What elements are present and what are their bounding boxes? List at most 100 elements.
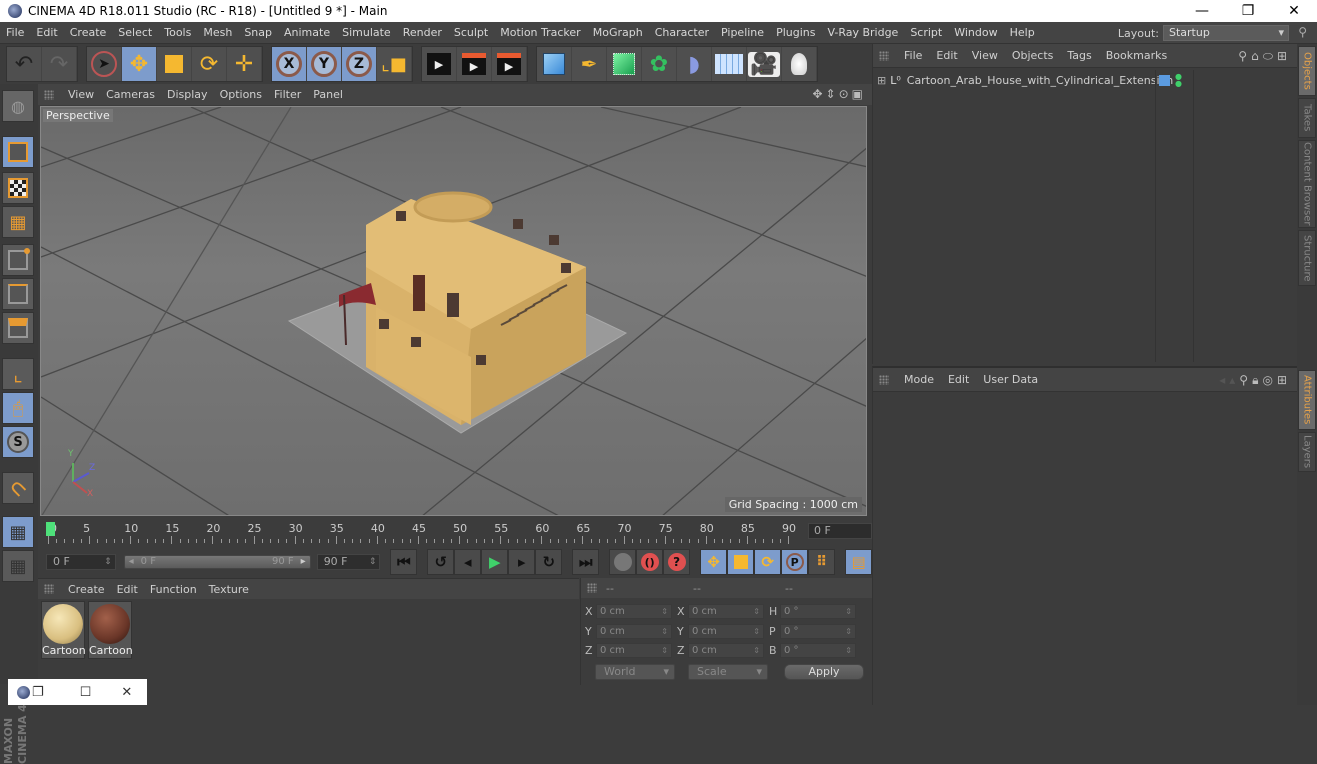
attributes-menu-user-data[interactable]: User Data — [976, 373, 1045, 386]
objects-menu-bookmarks[interactable]: Bookmarks — [1099, 49, 1174, 62]
key-parameter-button[interactable]: P — [781, 549, 809, 575]
material-menu-edit[interactable]: Edit — [111, 583, 144, 596]
coordinate-space-dropdown[interactable]: World — [595, 664, 675, 680]
coordinate-mode-dropdown[interactable]: Scale — [688, 664, 768, 680]
up-arrow-icon[interactable]: ▴ — [1229, 373, 1239, 387]
end-frame-field[interactable]: 90 F — [316, 554, 381, 570]
tab-takes[interactable]: Takes — [1298, 98, 1316, 138]
menu-simulate[interactable]: Simulate — [336, 26, 397, 39]
panel-grip-icon[interactable] — [44, 89, 54, 100]
viewport-menu-options[interactable]: Options — [214, 88, 268, 101]
axis-mode-button[interactable]: ⌞ — [2, 358, 34, 390]
magnet-button[interactable]: ∪ — [2, 472, 34, 504]
add-floor-button[interactable] — [712, 47, 747, 81]
key-rotation-button[interactable]: ⟳ — [754, 549, 782, 575]
z-axis-lock-button[interactable]: Z — [342, 47, 377, 81]
tab-attributes[interactable]: Attributes — [1298, 370, 1316, 430]
record-active-objects-button[interactable] — [609, 549, 637, 575]
add-subdivision-button[interactable] — [607, 47, 642, 81]
menu-file[interactable]: File — [0, 26, 30, 39]
attributes-menu-edit[interactable]: Edit — [941, 373, 976, 386]
menu-tools[interactable]: Tools — [158, 26, 197, 39]
material-swatch[interactable]: Cartoon — [41, 601, 86, 659]
minimize-button[interactable]: — — [1179, 0, 1225, 22]
size-x-field[interactable]: 0 cm — [688, 604, 764, 619]
viewport-menu-display[interactable]: Display — [161, 88, 214, 101]
object-name[interactable]: Cartoon_Arab_House_with_Cylindrical_Exte… — [907, 74, 1173, 87]
redo-button[interactable]: ↷ — [42, 47, 77, 81]
render-picture-viewer-button[interactable]: ▶ — [457, 47, 492, 81]
expand-icon[interactable]: ⊞ — [877, 74, 886, 87]
recent-tool-button[interactable]: ✛ — [227, 47, 262, 81]
viewport-menu-cameras[interactable]: Cameras — [100, 88, 161, 101]
position-y-field[interactable]: 0 cm — [596, 624, 672, 639]
size-y-field[interactable]: 0 cm — [688, 624, 764, 639]
play-button[interactable]: ▶ — [481, 549, 509, 575]
add-cloner-button[interactable]: ✿ — [642, 47, 677, 81]
visibility-dots-icon[interactable]: ● ● — [1175, 73, 1182, 88]
timeline-ruler[interactable]: 051015202530354045505560657075808590 0 F — [38, 518, 872, 548]
tab-objects[interactable]: Objects — [1298, 46, 1316, 96]
objects-menu-view[interactable]: View — [965, 49, 1005, 62]
menu-window[interactable]: Window — [948, 26, 1003, 39]
make-editable-button[interactable]: ◍ — [2, 90, 34, 122]
menu-create[interactable]: Create — [64, 26, 113, 39]
rotate-tool-button[interactable]: ⟳ — [192, 47, 227, 81]
new-window-icon[interactable]: ⊞ — [1277, 373, 1291, 387]
menu-mograph[interactable]: MoGraph — [587, 26, 649, 39]
menu-pipeline[interactable]: Pipeline — [715, 26, 770, 39]
workplane-mode-button[interactable]: ▦ — [2, 206, 34, 238]
tab-content-browser[interactable]: Content Browser — [1298, 140, 1316, 228]
search-icon[interactable]: ⚲ — [1298, 25, 1307, 39]
menu-select[interactable]: Select — [112, 26, 158, 39]
start-frame-field[interactable]: 0 F — [46, 554, 116, 570]
apply-button[interactable]: Apply — [784, 664, 864, 680]
menu-snap[interactable]: Snap — [238, 26, 278, 39]
lock-icon[interactable]: 🔒︎ — [1252, 373, 1262, 387]
snap-button[interactable]: S — [2, 426, 34, 458]
coordinate-system-button[interactable]: ⌞■ — [377, 47, 412, 81]
minimized-window-bar[interactable]: ❐ ☐ ✕ — [8, 679, 147, 705]
frame-range-slider[interactable]: ◂ 0 F 90 F ▸ — [123, 555, 311, 569]
menu-mesh[interactable]: Mesh — [197, 26, 238, 39]
tab-structure[interactable]: Structure — [1298, 230, 1316, 286]
new-window-icon[interactable]: ⊞ — [1277, 49, 1291, 63]
menu-script[interactable]: Script — [904, 26, 948, 39]
3d-viewport[interactable]: Y Z X Perspective Grid Spacing : 1000 cm — [40, 106, 867, 516]
tweak-mode-button[interactable]: 🖱 — [2, 392, 34, 424]
render-view-button[interactable]: ▶ — [422, 47, 457, 81]
go-to-start-button[interactable]: ⏮ — [390, 549, 418, 575]
model-mode-button[interactable] — [2, 136, 34, 168]
objects-menu-tags[interactable]: Tags — [1060, 49, 1098, 62]
y-axis-lock-button[interactable]: Y — [307, 47, 342, 81]
previous-keyframe-button[interactable]: ↺ — [427, 549, 455, 575]
timeline-track[interactable]: 051015202530354045505560657075808590 — [46, 522, 796, 546]
search-icon[interactable]: ⚲ — [1238, 49, 1251, 63]
attributes-menu-mode[interactable]: Mode — [897, 373, 941, 386]
timeline-scheme-button[interactable]: ▤ — [845, 549, 873, 575]
key-point-level-button[interactable]: ⠿ — [808, 549, 836, 575]
add-pen-button[interactable]: ✒ — [572, 47, 607, 81]
edges-mode-button[interactable] — [2, 278, 34, 310]
current-frame-field[interactable]: 0 F — [808, 523, 872, 539]
add-light-button[interactable] — [782, 47, 817, 81]
rotation-p-field[interactable]: 0 ° — [780, 624, 856, 639]
toggle-icon[interactable]: ⬭ — [1263, 49, 1277, 63]
undo-button[interactable]: ↶ — [7, 47, 42, 81]
layer-color-swatch[interactable] — [1159, 75, 1170, 86]
orbit-icon[interactable]: ⊙ — [839, 87, 852, 101]
dolly-icon[interactable]: ⇕ — [826, 87, 839, 101]
material-menu-texture[interactable]: Texture — [203, 583, 255, 596]
add-deformer-button[interactable]: ◗ — [677, 47, 712, 81]
scale-tool-button[interactable] — [157, 47, 192, 81]
menu-render[interactable]: Render — [397, 26, 448, 39]
previous-frame-button[interactable]: ◂ — [454, 549, 482, 575]
viewport-menu-view[interactable]: View — [62, 88, 100, 101]
menu-plugins[interactable]: Plugins — [770, 26, 821, 39]
restore-icon[interactable]: ❐ — [32, 685, 44, 700]
locked-workplane-button[interactable]: ▦ — [2, 516, 34, 548]
material-menu-create[interactable]: Create — [62, 583, 111, 596]
material-swatch[interactable]: Cartoon — [88, 601, 133, 659]
x-axis-lock-button[interactable]: X — [272, 47, 307, 81]
viewport-menu-filter[interactable]: Filter — [268, 88, 307, 101]
